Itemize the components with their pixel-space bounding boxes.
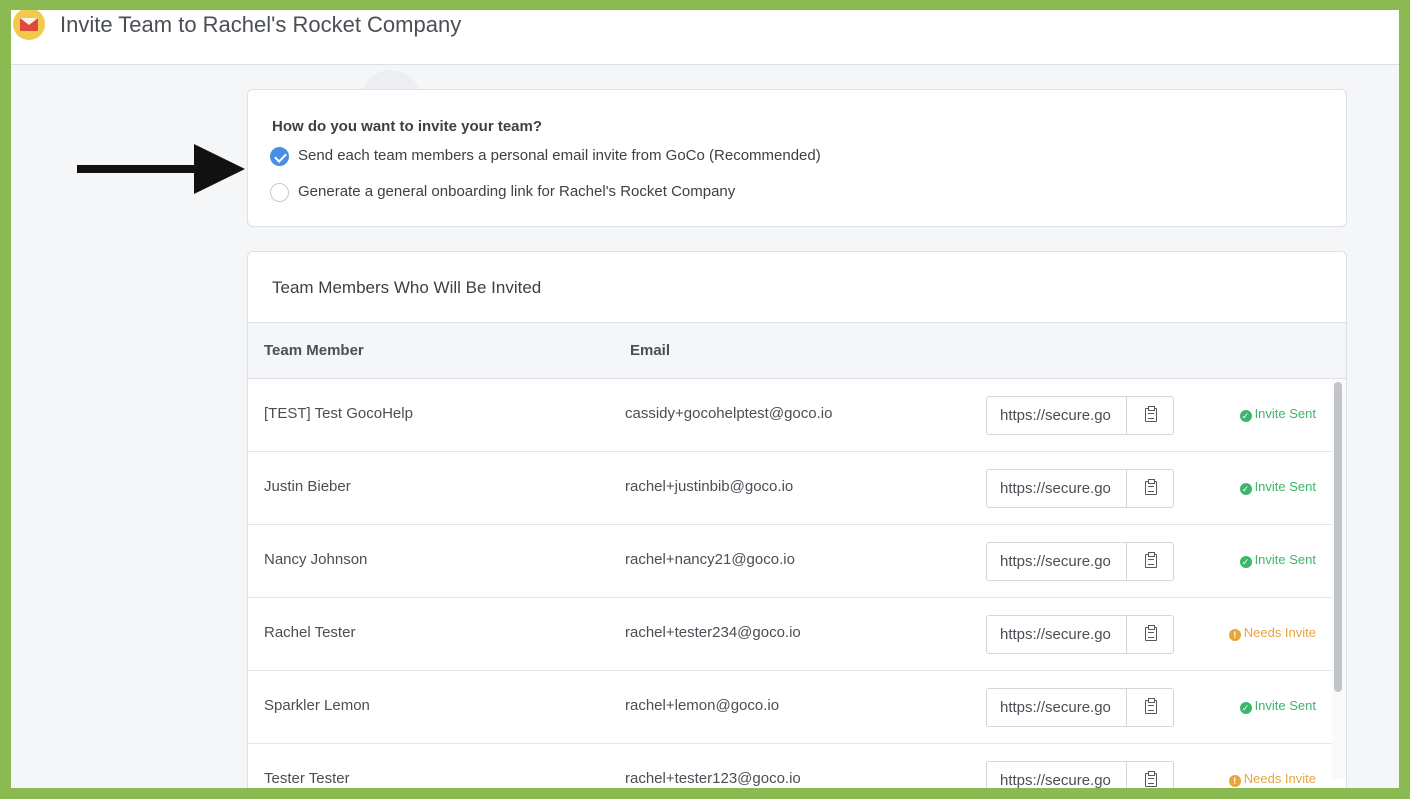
- invite-link-input[interactable]: https://secure.go: [987, 543, 1127, 580]
- status-label: Invite Sent: [1254, 552, 1316, 567]
- invite-link-input[interactable]: https://secure.go: [987, 762, 1127, 788]
- invite-method-card: How do you want to invite your team? Sen…: [247, 89, 1347, 227]
- member-email: rachel+justinbib@goco.io: [625, 478, 794, 495]
- clipboard-icon: [1145, 479, 1157, 495]
- check-circle-icon: ✓: [1239, 410, 1252, 422]
- invite-link-input[interactable]: https://secure.go: [987, 616, 1127, 653]
- member-email: rachel+nancy21@goco.io: [625, 551, 795, 568]
- invite-link-input[interactable]: https://secure.go: [987, 470, 1127, 507]
- copy-link-button[interactable]: [1128, 397, 1173, 434]
- status-badge: ✓ Invite Sent: [1239, 406, 1316, 422]
- invite-link-field: https://secure.go: [986, 615, 1174, 654]
- status-label: Needs Invite: [1243, 625, 1316, 640]
- table-header: Team Member Email: [248, 322, 1346, 379]
- clipboard-icon: [1145, 406, 1157, 422]
- status-badge: ✓ Invite Sent: [1239, 552, 1316, 568]
- member-email: cassidy+gocohelptest@goco.io: [625, 405, 833, 422]
- exclamation-circle-icon: !: [1228, 629, 1241, 641]
- exclamation-circle-icon: !: [1228, 775, 1241, 787]
- member-name: Justin Bieber: [264, 478, 351, 495]
- member-email: rachel+tester234@goco.io: [625, 624, 801, 641]
- invite-link-field: https://secure.go: [986, 542, 1174, 581]
- status-label: Needs Invite: [1243, 771, 1316, 786]
- column-header-email: Email: [630, 342, 671, 359]
- arrow-pointer-icon: [77, 144, 245, 194]
- table-row: Nancy Johnson rachel+nancy21@goco.io htt…: [248, 525, 1332, 598]
- radio-option-label: Generate a general onboarding link for R…: [298, 183, 736, 200]
- member-email: rachel+tester123@goco.io: [625, 770, 801, 787]
- status-label: Invite Sent: [1254, 698, 1316, 713]
- check-circle-icon: ✓: [1239, 556, 1252, 568]
- column-header-team-member: Team Member: [264, 342, 364, 359]
- status-badge: ✓ Invite Sent: [1239, 698, 1316, 714]
- invite-link-field: https://secure.go: [986, 761, 1174, 788]
- modal-header: Invite Team to Rachel's Rocket Company: [11, 10, 1399, 65]
- check-circle-icon: ✓: [1239, 702, 1252, 714]
- invite-link-input[interactable]: https://secure.go: [987, 397, 1127, 434]
- app-screen: Invite Team to Rachel's Rocket Company H…: [11, 10, 1399, 788]
- screenshot-frame: Invite Team to Rachel's Rocket Company H…: [0, 0, 1410, 799]
- copy-link-button[interactable]: [1128, 689, 1173, 726]
- status-label: Invite Sent: [1254, 406, 1316, 421]
- status-badge: ! Needs Invite: [1228, 771, 1316, 787]
- invite-link-field: https://secure.go: [986, 688, 1174, 727]
- team-members-table-body: [TEST] Test GocoHelp cassidy+gocohelptes…: [248, 379, 1332, 788]
- copy-link-button[interactable]: [1128, 616, 1173, 653]
- table-row: [TEST] Test GocoHelp cassidy+gocohelptes…: [248, 379, 1332, 452]
- clipboard-icon: [1145, 771, 1157, 787]
- table-row: Rachel Tester rachel+tester234@goco.io h…: [248, 598, 1332, 671]
- team-members-title: Team Members Who Will Be Invited: [272, 278, 542, 297]
- clipboard-icon: [1145, 698, 1157, 714]
- copy-link-button[interactable]: [1128, 470, 1173, 507]
- scrollbar-thumb[interactable]: [1334, 382, 1342, 692]
- member-name: Nancy Johnson: [264, 551, 368, 568]
- invite-link-field: https://secure.go: [986, 396, 1174, 435]
- table-row: Sparkler Lemon rachel+lemon@goco.io http…: [248, 671, 1332, 744]
- radio-option-label: Send each team members a personal email …: [298, 147, 821, 164]
- clipboard-icon: [1145, 552, 1157, 568]
- check-circle-icon: ✓: [1239, 483, 1252, 495]
- modal-title: Invite Team to Rachel's Rocket Company: [60, 12, 462, 37]
- table-row: Justin Bieber rachel+justinbib@goco.io h…: [248, 452, 1332, 525]
- status-badge: ! Needs Invite: [1228, 625, 1316, 641]
- member-name: Tester Tester: [264, 770, 350, 787]
- invite-link-input[interactable]: https://secure.go: [987, 689, 1127, 726]
- invite-method-question: How do you want to invite your team?: [272, 118, 543, 135]
- member-name: Sparkler Lemon: [264, 697, 370, 714]
- envelope-icon: [13, 10, 45, 40]
- status-badge: ✓ Invite Sent: [1239, 479, 1316, 495]
- member-email: rachel+lemon@goco.io: [625, 697, 780, 714]
- radio-checked-icon[interactable]: [270, 147, 289, 166]
- table-row: Tester Tester rachel+tester123@goco.io h…: [248, 744, 1332, 788]
- member-name: Rachel Tester: [264, 624, 356, 641]
- radio-unchecked-icon[interactable]: [270, 183, 289, 202]
- copy-link-button[interactable]: [1128, 543, 1173, 580]
- copy-link-button[interactable]: [1128, 762, 1173, 788]
- clipboard-icon: [1145, 625, 1157, 641]
- invite-link-field: https://secure.go: [986, 469, 1174, 508]
- member-name: [TEST] Test GocoHelp: [264, 405, 413, 422]
- status-label: Invite Sent: [1254, 479, 1316, 494]
- team-members-card: Team Members Who Will Be Invited Team Me…: [247, 251, 1347, 788]
